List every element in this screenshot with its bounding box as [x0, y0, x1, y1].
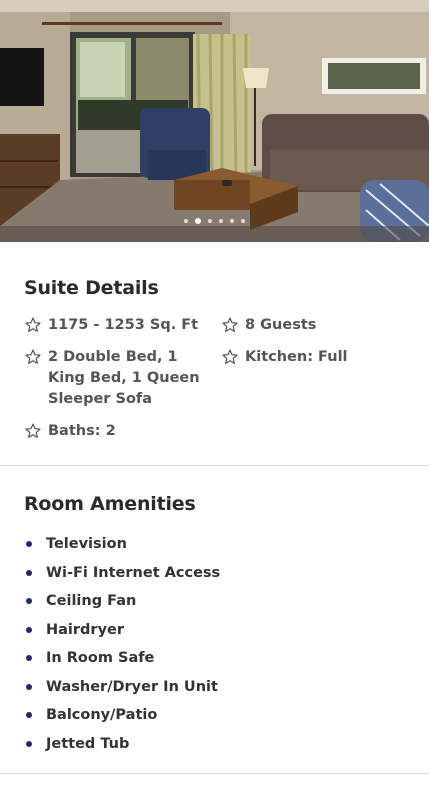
detail-kitchen: Kitchen: Full [221, 347, 411, 368]
amenity-label: Television [46, 536, 127, 553]
list-item: Ceiling Fan [24, 587, 220, 616]
list-item: Hairdryer [24, 616, 220, 645]
detail-text: Kitchen: Full [245, 349, 348, 365]
bullet-icon [26, 626, 32, 633]
suite-details-heading: Suite Details [24, 277, 159, 299]
list-item: In Room Safe [24, 644, 220, 673]
amenity-label: Washer/Dryer In Unit [46, 678, 218, 695]
amenity-label: Hairdryer [46, 621, 125, 638]
bullet-icon [26, 569, 32, 576]
detail-text: 2 Double Bed, 1 King Bed, 1 Queen Sleepe… [48, 349, 200, 407]
detail-square-feet: 1175 - 1253 Sq. Ft [24, 315, 214, 336]
list-item: Washer/Dryer In Unit [24, 673, 220, 702]
detail-baths: Baths: 2 [24, 421, 214, 442]
bullet-icon [26, 683, 32, 690]
room-photo [0, 0, 429, 242]
carousel-dot[interactable] [219, 219, 223, 223]
star-icon [222, 349, 238, 364]
detail-text: Baths: 2 [48, 423, 116, 439]
carousel-dot[interactable] [241, 219, 245, 223]
bullet-icon [26, 712, 32, 719]
amenity-label: Wi-Fi Internet Access [46, 564, 221, 581]
carousel-dot[interactable] [208, 219, 212, 223]
detail-beds: 2 Double Bed, 1 King Bed, 1 Queen Sleepe… [24, 347, 218, 410]
amenity-label: In Room Safe [46, 650, 155, 667]
carousel-dot[interactable] [195, 218, 201, 224]
room-photo-carousel[interactable] [0, 0, 429, 242]
list-item: Television [24, 530, 220, 559]
star-icon [25, 423, 41, 438]
carousel-dot[interactable] [184, 219, 188, 223]
list-item: Wi-Fi Internet Access [24, 559, 220, 588]
section-divider [0, 465, 429, 466]
carousel-indicator[interactable] [0, 216, 429, 226]
amenity-label: Balcony/Patio [46, 707, 158, 724]
bullet-icon [26, 740, 32, 747]
amenities-list: Television Wi-Fi Internet Access Ceiling… [24, 530, 220, 758]
detail-guests: 8 Guests [221, 315, 411, 336]
detail-text: 8 Guests [245, 317, 317, 333]
carousel-dot[interactable] [230, 219, 234, 223]
section-divider [0, 773, 429, 774]
list-item: Jetted Tub [24, 730, 220, 759]
bullet-icon [26, 598, 32, 605]
detail-text: 1175 - 1253 Sq. Ft [48, 317, 199, 333]
room-amenities-heading: Room Amenities [24, 493, 196, 515]
star-icon [25, 317, 41, 332]
amenity-label: Jetted Tub [46, 735, 130, 752]
bullet-icon [26, 541, 32, 548]
list-item: Balcony/Patio [24, 701, 220, 730]
bullet-icon [26, 655, 32, 662]
amenity-label: Ceiling Fan [46, 593, 137, 610]
star-icon [25, 349, 41, 364]
star-icon [222, 317, 238, 332]
